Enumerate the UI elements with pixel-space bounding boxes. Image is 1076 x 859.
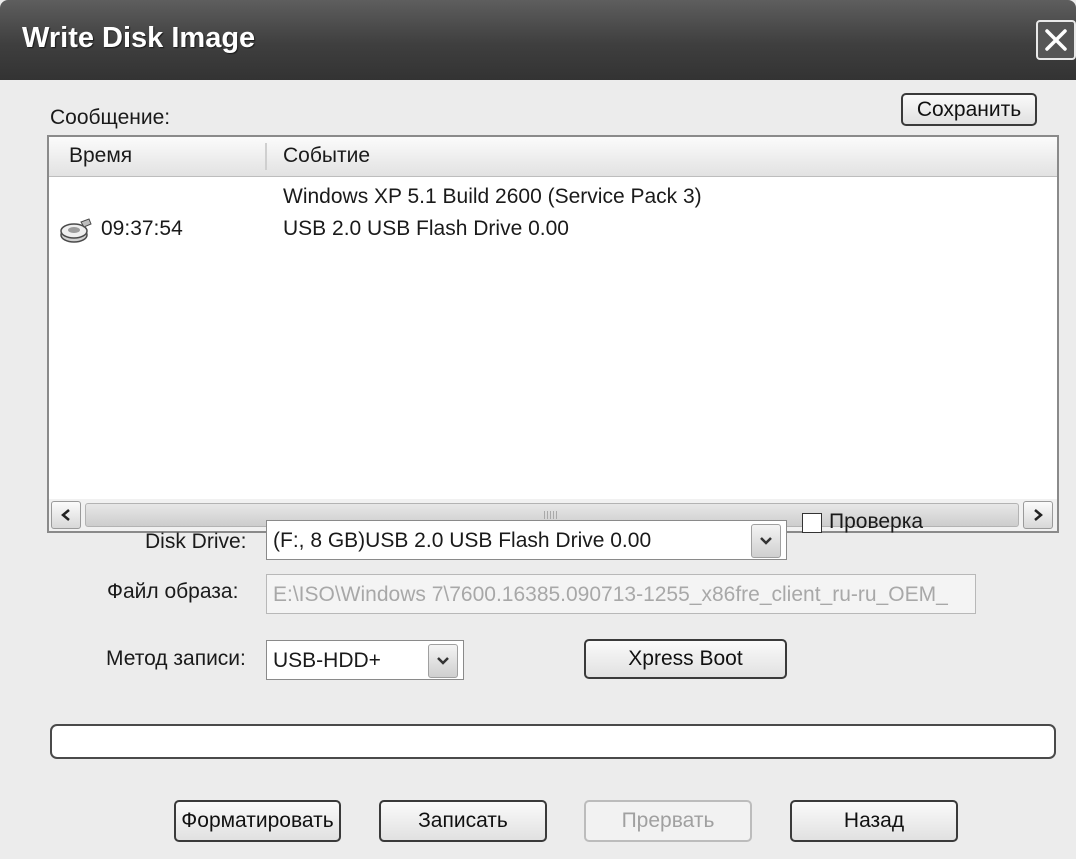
close-icon <box>1045 29 1067 51</box>
scroll-left-button[interactable] <box>51 501 81 529</box>
window-title: Write Disk Image <box>22 22 256 54</box>
disk-drive-value: (F:, 8 GB)USB 2.0 USB Flash Drive 0.00 <box>273 529 652 552</box>
image-file-label: Файл образа: <box>107 580 239 603</box>
format-button[interactable]: Форматировать <box>174 800 341 842</box>
message-log-list[interactable]: Время Событие Windows XP 5.1 Build 2600 … <box>47 135 1059 533</box>
disk-drive-dropdown-button[interactable] <box>751 524 781 558</box>
row-event: Windows XP 5.1 Build 2600 (Service Pack … <box>283 185 702 208</box>
list-header: Время Событие <box>49 137 1057 177</box>
verify-label[interactable]: Проверка <box>829 510 923 534</box>
write-button[interactable]: Записать <box>379 800 547 842</box>
image-file-path: E:\ISO\Windows 7\7600.16385.090713-1255_… <box>273 583 948 606</box>
usb-drive-icon <box>59 218 93 250</box>
chevron-down-icon <box>437 657 449 665</box>
row-time: 09:37:54 <box>101 217 183 240</box>
chevron-left-icon <box>61 509 70 521</box>
column-divider[interactable] <box>265 143 267 170</box>
disk-drive-label: Disk Drive: <box>145 530 247 553</box>
write-method-dropdown-button[interactable] <box>428 644 458 678</box>
list-item[interactable]: Windows XP 5.1 Build 2600 (Service Pack … <box>49 185 1057 215</box>
abort-button: Прервать <box>584 800 752 842</box>
image-file-field: E:\ISO\Windows 7\7600.16385.090713-1255_… <box>266 574 976 614</box>
write-method-value: USB-HDD+ <box>273 649 381 672</box>
write-progress-bar <box>50 724 1056 759</box>
verify-checkbox[interactable] <box>802 513 822 533</box>
disk-drive-select[interactable]: (F:, 8 GB)USB 2.0 USB Flash Drive 0.00 <box>266 520 787 560</box>
title-bar[interactable]: Write Disk Image <box>0 0 1076 80</box>
list-item[interactable]: 09:37:54 USB 2.0 USB Flash Drive 0.00 <box>49 217 1057 247</box>
chevron-right-icon <box>1034 509 1043 521</box>
message-label: Сообщение: <box>50 106 171 129</box>
dialog-body: Сообщение: Сохранить Время Событие Windo… <box>0 80 1076 859</box>
xpress-boot-button[interactable]: Xpress Boot <box>584 639 787 679</box>
column-header-time[interactable]: Время <box>69 144 132 168</box>
scroll-right-button[interactable] <box>1023 501 1053 529</box>
grip-icon <box>544 511 558 519</box>
save-button[interactable]: Сохранить <box>901 93 1037 126</box>
chevron-down-icon <box>760 537 772 545</box>
write-disk-image-dialog: Write Disk Image Сообщение: Сохранить Вр… <box>0 0 1076 859</box>
row-event: USB 2.0 USB Flash Drive 0.00 <box>283 217 569 240</box>
column-header-event[interactable]: Событие <box>283 144 370 168</box>
write-method-select[interactable]: USB-HDD+ <box>266 640 464 680</box>
back-button[interactable]: Назад <box>790 800 958 842</box>
write-method-label: Метод записи: <box>106 647 246 670</box>
close-button[interactable] <box>1036 20 1076 60</box>
